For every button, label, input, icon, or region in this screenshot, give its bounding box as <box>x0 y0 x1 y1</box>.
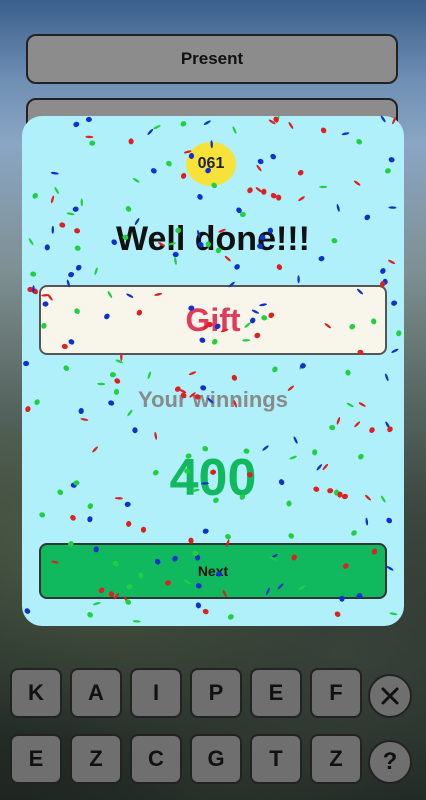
letter-key[interactable]: C <box>130 734 182 784</box>
letter-key[interactable]: I <box>130 668 182 718</box>
level-badge: 061 <box>186 142 236 186</box>
next-button[interactable]: Next <box>39 543 387 599</box>
hint-button[interactable]: ? <box>368 740 412 784</box>
close-icon <box>381 687 399 705</box>
letter-key[interactable]: Z <box>310 734 362 784</box>
letter-key[interactable]: E <box>10 734 62 784</box>
winnings-label: Your winnings <box>138 387 288 412</box>
letter-key[interactable]: Z <box>70 734 122 784</box>
letter-key[interactable]: A <box>70 668 122 718</box>
question-icon: ? <box>382 748 398 775</box>
letter-key[interactable]: T <box>250 734 302 784</box>
answer-option-1[interactable]: Present <box>26 34 398 84</box>
letter-key[interactable]: P <box>190 668 242 718</box>
dialog-title: Well done!!! <box>116 220 310 258</box>
letter-key[interactable]: F <box>310 668 362 718</box>
correct-answer: Gift <box>39 285 387 355</box>
letter-key[interactable]: E <box>250 668 302 718</box>
delete-button[interactable] <box>368 674 412 718</box>
letter-key[interactable]: G <box>190 734 242 784</box>
winnings-value: 400 <box>169 449 257 507</box>
letter-key[interactable]: K <box>10 668 62 718</box>
